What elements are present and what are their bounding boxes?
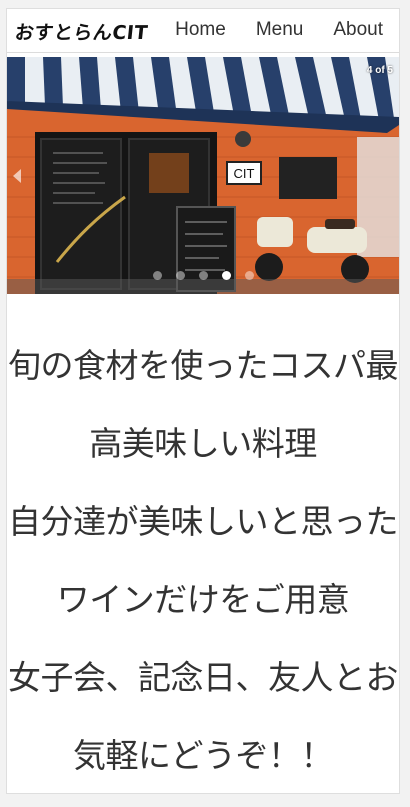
carousel-indicators [7, 271, 399, 280]
intro-line: ワインだけをご用意 [56, 580, 350, 619]
page-frame: おすとらんCIT Home Menu About CIT 4 of 5 旬の食材… [6, 8, 400, 794]
carousel-dot[interactable] [244, 271, 254, 280]
intro-line: 女子会、記念日、友人とお [8, 658, 399, 697]
nav-menu-link[interactable]: Menu [256, 19, 304, 41]
prev-slide-arrow-icon[interactable] [13, 169, 21, 183]
carousel-dot[interactable] [152, 271, 162, 280]
intro-line: 自分達が美味しいと思った [8, 502, 399, 541]
carousel-dot[interactable] [175, 271, 185, 280]
intro-line: 高美味しい料理 [89, 424, 317, 463]
carousel-dot[interactable] [198, 271, 208, 280]
cit-sign-text: CIT [234, 166, 255, 181]
brand-logo[interactable]: おすとらんCIT [14, 18, 150, 45]
nav-about-link[interactable]: About [333, 19, 383, 41]
intro-line: 気軽にどうぞ！！ [73, 736, 334, 775]
intro-line: 旬の食材を使ったコスパ最 [8, 346, 399, 385]
navbar: おすとらんCIT Home Menu About [7, 9, 399, 53]
intro-text: 旬の食材を使ったコスパ最 高美味しい料理 自分達が美味しいと思った ワインだけを… [7, 327, 399, 795]
slide-counter: 4 of 5 [366, 65, 393, 76]
nav-home-link[interactable]: Home [175, 19, 226, 41]
nav-links: Home Menu About [175, 19, 383, 41]
carousel-slide-image: CIT [7, 57, 399, 294]
image-carousel[interactable]: CIT 4 of 5 [7, 57, 399, 294]
carousel-dot-active[interactable] [221, 271, 231, 280]
